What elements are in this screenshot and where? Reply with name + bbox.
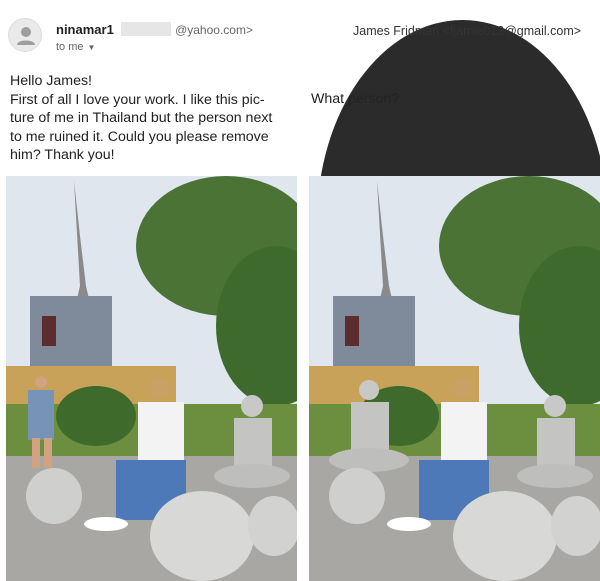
recipient-dropdown[interactable]: to me ▼	[56, 41, 95, 53]
email-header: ninamar1 @yahoo.com> to me ▼	[8, 14, 296, 60]
original-email-panel: ninamar1 @yahoo.com> to me ▼ Hello James!…	[0, 0, 300, 581]
recipient-label: to me	[56, 41, 84, 53]
sender-name: ninamar1	[56, 22, 114, 37]
reply-sender-line: James Fridman <fjamie013@gmail.com>	[353, 24, 582, 38]
sender-avatar-icon	[8, 18, 42, 52]
reply-email-panel: James Fridman <fjamie013@gmail.com> What…	[303, 0, 600, 581]
reply-header: James Fridman <fjamie013@gmail.com>	[311, 14, 600, 425]
greeting-text: Hello James!	[10, 73, 93, 89]
original-photo	[6, 176, 297, 581]
email-message: Hello James! First of all I love your wo…	[10, 72, 288, 165]
reply-message: What person?	[311, 90, 589, 109]
edited-photo	[309, 176, 600, 581]
chevron-down-icon: ▼	[87, 43, 96, 52]
sender-line: ninamar1 @yahoo.com>	[56, 22, 253, 37]
message-body: First of all I love your work. I like th…	[10, 91, 273, 164]
redacted-address-block	[121, 22, 172, 36]
sender-address: @yahoo.com>	[175, 23, 253, 37]
reply-text: What person?	[311, 91, 400, 107]
